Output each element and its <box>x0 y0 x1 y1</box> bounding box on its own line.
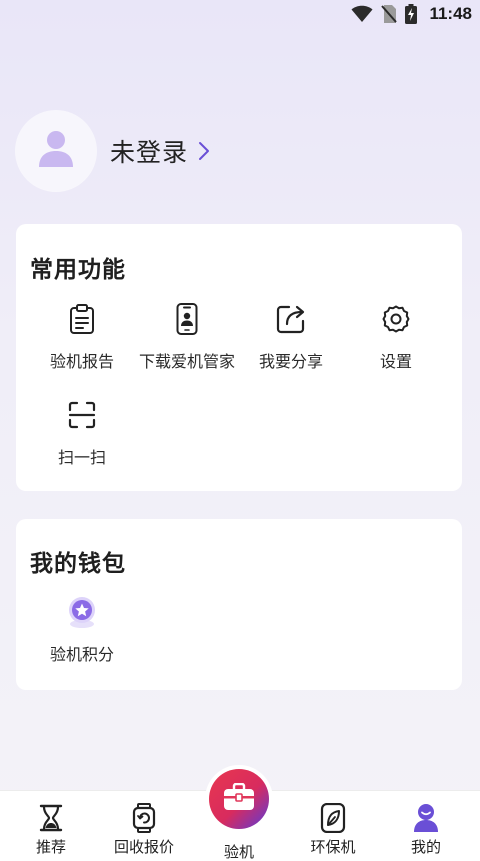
battery-charging-icon <box>405 4 418 24</box>
nav-recycle-quote-label: 回收报价 <box>113 838 174 856</box>
nav-inspect-label[interactable]: 验机 <box>205 841 273 861</box>
status-bar: 11:48 <box>0 0 480 28</box>
clipboard-report-icon <box>69 302 95 336</box>
common-functions-title: 常用功能 <box>30 257 126 283</box>
wifi-icon <box>351 5 373 23</box>
share-label: 我要分享 <box>258 352 323 371</box>
inspection-report-label: 验机报告 <box>49 352 114 371</box>
share-button[interactable]: 我要分享 <box>236 302 346 372</box>
nav-mine[interactable]: 我的 <box>396 791 456 861</box>
inspection-points-label: 验机积分 <box>49 645 114 664</box>
nav-recommend[interactable]: 推荐 <box>18 791 84 861</box>
nav-recycle-quote[interactable]: 回收报价 <box>104 791 184 861</box>
common-functions-card: 常用功能 验机报告 下载爱机管家 我要分享 设置 扫一扫 <box>16 224 462 491</box>
wallet-title: 我的钱包 <box>30 551 126 577</box>
nav-inspect-center-button[interactable] <box>205 765 273 833</box>
hourglass-icon <box>39 803 63 833</box>
profile-header[interactable]: 未登录 <box>16 111 210 191</box>
scan-label: 扫一扫 <box>57 448 106 467</box>
nav-mine-label: 我的 <box>410 838 441 856</box>
nav-eco-phone-label: 环保机 <box>310 838 356 856</box>
share-icon <box>276 302 306 336</box>
inspection-points-button[interactable]: 验机积分 <box>27 595 137 665</box>
briefcase-icon <box>223 782 255 815</box>
user-avatar-icon <box>38 129 74 173</box>
avatar[interactable] <box>16 111 96 191</box>
download-manager-button[interactable]: 下载爱机管家 <box>132 302 242 372</box>
leaf-icon <box>320 803 346 833</box>
nav-recommend-label: 推荐 <box>35 838 66 856</box>
gear-icon <box>381 302 411 336</box>
phone-download-icon <box>176 302 198 336</box>
nav-eco-phone[interactable]: 环保机 <box>296 791 370 861</box>
wallet-card: 我的钱包 验机积分 <box>16 519 462 690</box>
profile-icon <box>413 803 439 833</box>
watch-recycle-icon <box>132 803 156 833</box>
no-sim-icon <box>381 4 398 24</box>
inspection-report-button[interactable]: 验机报告 <box>27 302 137 372</box>
settings-button[interactable]: 设置 <box>341 302 451 372</box>
login-status-text[interactable]: 未登录 <box>110 133 188 169</box>
clock-time: 11:48 <box>429 4 472 23</box>
download-manager-label: 下载爱机管家 <box>138 352 235 371</box>
scan-icon <box>68 398 96 432</box>
settings-label: 设置 <box>379 352 412 371</box>
scan-button[interactable]: 扫一扫 <box>27 398 137 468</box>
star-badge-icon <box>64 595 100 629</box>
chevron-right-icon[interactable] <box>198 141 210 161</box>
